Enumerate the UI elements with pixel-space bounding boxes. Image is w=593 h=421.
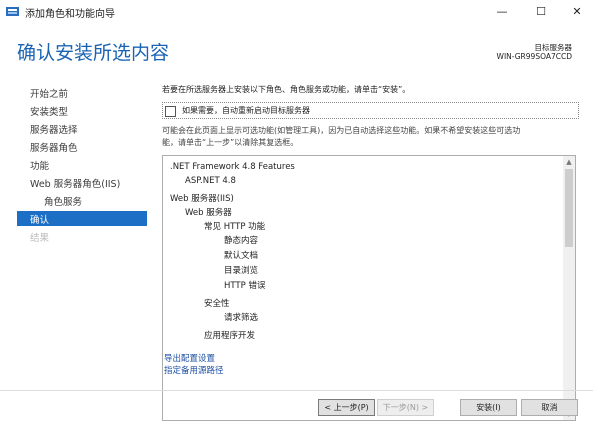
feature-item: Web 服务器 bbox=[185, 208, 232, 218]
page-header: 确认安装所选内容 目标服务器 WIN-GR99SOA7CCD bbox=[0, 24, 593, 76]
restart-option[interactable]: 如果需要，自动重新启动目标服务器 bbox=[162, 102, 579, 119]
feature-item: .NET Framework 4.8 Features bbox=[170, 162, 295, 172]
optional-features-note-cont: 能，请单击“上一步”以清除其复选框。 bbox=[162, 138, 299, 147]
nav-item-server-roles[interactable]: 服务器角色 bbox=[30, 140, 78, 154]
maximize-button[interactable]: ☐ bbox=[521, 0, 561, 24]
features-scrollbar[interactable]: ▲ ▼ bbox=[563, 156, 575, 420]
restart-checkbox[interactable] bbox=[165, 106, 176, 117]
cancel-button[interactable]: 取消 bbox=[521, 399, 578, 416]
scroll-thumb[interactable] bbox=[565, 169, 573, 247]
feature-item: 应用程序开发 bbox=[204, 331, 256, 341]
feature-item: 安全性 bbox=[204, 299, 230, 309]
alternate-source-path-link[interactable]: 指定备用源路径 bbox=[164, 364, 224, 376]
feature-item: Web 服务器(IIS) bbox=[170, 194, 234, 204]
window-title: 添加角色和功能向导 bbox=[25, 9, 115, 20]
close-button[interactable]: ✕ bbox=[557, 0, 593, 24]
features-list-viewport: .NET Framework 4.8 Features ASP.NET 4.8 … bbox=[163, 156, 563, 420]
install-button[interactable]: 安装(I) bbox=[460, 399, 517, 416]
feature-item: 目录浏览 bbox=[224, 266, 259, 276]
scroll-up-icon[interactable]: ▲ bbox=[563, 156, 575, 168]
feature-item: 静态内容 bbox=[224, 236, 259, 246]
destination-server-name: WIN-GR99SOA7CCD bbox=[496, 52, 572, 61]
server-manager-icon bbox=[6, 7, 19, 16]
nav-item-server-selection[interactable]: 服务器选择 bbox=[30, 122, 78, 136]
restart-checkbox-label[interactable]: 如果需要，自动重新启动目标服务器 bbox=[182, 105, 310, 116]
next-button: 下一步(N) > bbox=[377, 399, 434, 416]
nav-item-features[interactable]: 功能 bbox=[30, 158, 49, 172]
selected-features-list[interactable]: .NET Framework 4.8 Features ASP.NET 4.8 … bbox=[162, 155, 576, 421]
feature-item: HTTP 错误 bbox=[224, 281, 266, 291]
feature-item: 默认文档 bbox=[224, 251, 259, 261]
minimize-button[interactable]: — bbox=[482, 0, 522, 24]
intro-text: 若要在所选服务器上安装以下角色、角色服务或功能，请单击“安装”。 bbox=[162, 85, 411, 94]
page-title: 确认安装所选内容 bbox=[17, 42, 170, 64]
feature-item: ASP.NET 4.8 bbox=[185, 176, 236, 186]
nav-item-results: 结果 bbox=[30, 233, 50, 244]
optional-features-note: 可能会在此页面上显示可选功能(如管理工具)，因为已自动选择这些功能。如果不希望安… bbox=[162, 126, 521, 135]
title-bar: 添加角色和功能向导 — ☐ ✕ bbox=[0, 0, 593, 24]
export-configuration-link[interactable]: 导出配置设置 bbox=[164, 352, 215, 364]
nav-item-installation-type[interactable]: 安装类型 bbox=[30, 104, 68, 118]
previous-button[interactable]: < 上一步(P) bbox=[318, 399, 375, 416]
nav-item-role-services[interactable]: 角色服务 bbox=[44, 194, 82, 208]
nav-item-web-server-role[interactable]: Web 服务器角色(IIS) bbox=[30, 176, 120, 190]
footer-divider bbox=[0, 390, 593, 391]
feature-item: 请求筛选 bbox=[224, 313, 259, 323]
nav-item-confirmation[interactable]: 确认 bbox=[30, 212, 49, 226]
nav-item-before-you-begin[interactable]: 开始之前 bbox=[30, 86, 68, 100]
feature-item: 常见 HTTP 功能 bbox=[204, 222, 266, 232]
